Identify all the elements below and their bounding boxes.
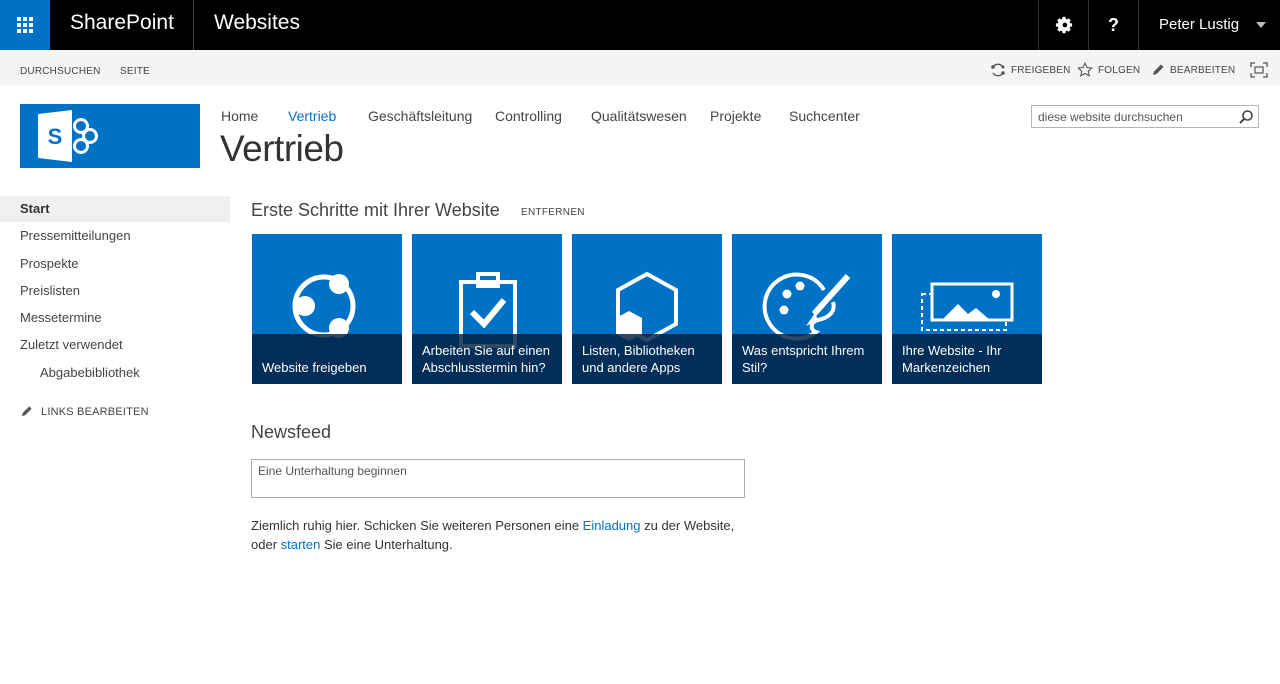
- tile-deadline[interactable]: Arbeiten Sie auf einen Abschlusstermin h…: [412, 234, 562, 384]
- tile-label: Website freigeben: [252, 334, 402, 384]
- waffle-icon: [17, 17, 33, 33]
- suite-title-link[interactable]: Websites: [214, 11, 300, 35]
- suite-divider: [193, 0, 194, 50]
- app-launcher-button[interactable]: [0, 0, 50, 50]
- sharepoint-logo-icon: S: [38, 110, 98, 162]
- gear-icon: [1055, 16, 1072, 34]
- topnav-controlling[interactable]: Controlling: [495, 108, 562, 124]
- tile-style[interactable]: Was entspricht Ihrem Stil?: [732, 234, 882, 384]
- remove-button[interactable]: ENTFERNEN: [521, 207, 585, 218]
- quicklaunch-messetermine[interactable]: Messetermine: [0, 305, 230, 331]
- tab-browse[interactable]: DURCHSUCHEN: [20, 66, 101, 77]
- user-name: Peter Lustig: [1159, 16, 1240, 33]
- suite-bar: SharePoint Websites ? Peter Lustig: [0, 0, 1280, 50]
- search-button[interactable]: [1238, 109, 1254, 130]
- search-icon: [1239, 110, 1253, 124]
- edit-button[interactable]: BEARBEITEN: [1151, 62, 1235, 78]
- help-icon: ?: [1108, 14, 1119, 35]
- share-label: FREIGEBEN: [1011, 64, 1071, 76]
- edit-links-button[interactable]: LINKS BEARBEITEN: [20, 405, 149, 418]
- getting-started-heading: Erste Schritte mit Ihrer Website: [251, 200, 500, 220]
- topnav-geschaeftsleitung[interactable]: Geschäftsleitung: [368, 108, 472, 124]
- topnav-qualitaetswesen[interactable]: Qualitätswesen: [591, 108, 687, 124]
- topnav-vertrieb[interactable]: Vertrieb: [288, 108, 336, 124]
- empty-text-3: oder: [251, 537, 281, 552]
- page-title: Vertrieb: [220, 128, 344, 169]
- tab-page[interactable]: SEITE: [120, 66, 150, 77]
- brand-label[interactable]: SharePoint: [70, 11, 174, 35]
- topnav-suchcenter[interactable]: Suchcenter: [789, 108, 860, 124]
- empty-text-4: Sie eine Unterhaltung.: [320, 537, 453, 552]
- empty-text-2: zu der Website,: [640, 518, 735, 533]
- help-button[interactable]: ?: [1088, 0, 1138, 50]
- ribbon-bar: DURCHSUCHEN SEITE FREIGEBEN FOLGEN BEARB…: [0, 50, 1280, 85]
- quicklaunch-start[interactable]: Start: [0, 196, 230, 222]
- pencil-icon: [21, 406, 32, 417]
- search-box: [1031, 105, 1259, 128]
- site-logo[interactable]: S: [20, 104, 200, 168]
- edit-links-label: LINKS BEARBEITEN: [41, 405, 149, 418]
- topnav-projekte[interactable]: Projekte: [710, 108, 761, 124]
- chevron-down-icon: [1256, 22, 1266, 28]
- newsfeed-heading: Newsfeed: [251, 422, 332, 442]
- tile-label: Arbeiten Sie auf einen Abschlusstermin h…: [412, 334, 562, 384]
- tile-share-site[interactable]: Website freigeben: [252, 234, 402, 384]
- invite-link[interactable]: Einladung: [583, 518, 641, 533]
- tile-label: Was entspricht Ihrem Stil?: [732, 334, 882, 384]
- quicklaunch-preislisten[interactable]: Preislisten: [0, 278, 230, 304]
- conversation-box: [251, 459, 745, 498]
- focus-mode-button[interactable]: [1250, 62, 1273, 78]
- start-conversation-input[interactable]: [252, 460, 744, 497]
- quicklaunch-zuletzt-verwendet[interactable]: Zuletzt verwendet: [0, 332, 230, 358]
- edit-label: BEARBEITEN: [1170, 64, 1236, 76]
- quicklaunch-prospekte[interactable]: Prospekte: [0, 251, 230, 277]
- quicklaunch-pressemitteilungen[interactable]: Pressemitteilungen: [0, 223, 230, 249]
- topnav-home[interactable]: Home: [221, 108, 258, 124]
- tile-label: Ihre Website - Ihr Markenzeichen: [892, 334, 1042, 384]
- follow-button[interactable]: FOLGEN: [1077, 62, 1140, 78]
- quicklaunch-abgabebibliothek[interactable]: Abgabebibliothek: [0, 360, 230, 386]
- tile-label: Listen, Bibliotheken und andere Apps: [572, 334, 722, 384]
- tile-apps[interactable]: Listen, Bibliotheken und andere Apps: [572, 234, 722, 384]
- star-icon: [1077, 62, 1093, 77]
- logo-letter: S: [48, 124, 63, 149]
- fullscreen-icon: [1250, 62, 1268, 78]
- share-button[interactable]: FREIGEBEN: [990, 62, 1071, 78]
- settings-button[interactable]: [1038, 0, 1088, 50]
- empty-text-1: Ziemlich ruhig hier. Schicken Sie weiter…: [251, 518, 583, 533]
- pencil-icon: [1153, 64, 1164, 75]
- newsfeed-empty-message: Ziemlich ruhig hier. Schicken Sie weiter…: [251, 516, 751, 554]
- start-conversation-link[interactable]: starten: [281, 537, 321, 552]
- share-icon: [991, 63, 1005, 77]
- follow-label: FOLGEN: [1098, 64, 1141, 76]
- user-menu[interactable]: Peter Lustig: [1138, 0, 1280, 50]
- search-input[interactable]: [1032, 106, 1232, 127]
- tile-branding[interactable]: Ihre Website - Ihr Markenzeichen: [892, 234, 1042, 384]
